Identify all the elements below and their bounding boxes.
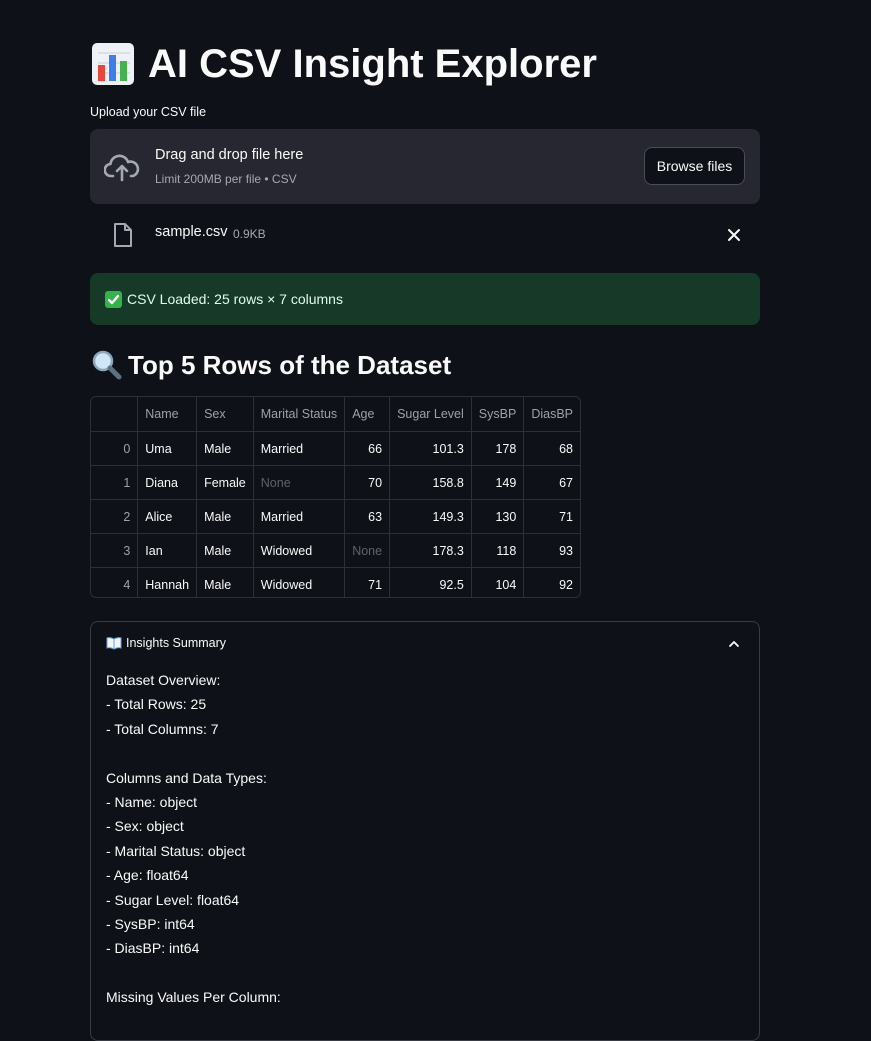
row-index: 3: [91, 533, 139, 568]
table-cell[interactable]: 71: [523, 499, 580, 534]
column-header[interactable]: Marital Status: [253, 397, 346, 432]
column-header[interactable]: Age: [344, 397, 391, 432]
column-header[interactable]: SysBP: [471, 397, 525, 432]
insight-line: Dataset Overview:: [106, 672, 221, 688]
insight-line: Columns and Data Types:: [106, 769, 267, 786]
table-cell[interactable]: 178: [471, 431, 525, 466]
table-cell[interactable]: Alice: [137, 499, 198, 534]
file-dropzone[interactable]: Drag and drop file here Limit 200MB per …: [90, 129, 760, 204]
table-cell[interactable]: 118: [471, 533, 525, 568]
section-title: Top 5 Rows of the Dataset: [128, 349, 452, 380]
table-cell[interactable]: Male: [196, 499, 254, 534]
row-index: 1: [91, 465, 139, 500]
table-row: 0 Uma Male Married 66 101.3 178 68: [91, 431, 580, 466]
insights-body: Dataset Overview: - Total Rows: 25 - Total…: [106, 668, 281, 1010]
chevron-up-icon[interactable]: [728, 638, 740, 650]
table-cell[interactable]: Widowed: [253, 567, 346, 597]
table-cell[interactable]: Female: [196, 465, 254, 500]
insight-line: - DiasBP: int64: [106, 940, 200, 957]
table-cell[interactable]: 178.3: [389, 533, 472, 568]
section-heading: Top 5 Rows of the Dataset: [90, 346, 451, 384]
table-cell[interactable]: 149: [471, 465, 525, 500]
table-cell[interactable]: 71: [344, 567, 391, 597]
page-title: AI CSV Insight Explorer: [90, 36, 597, 92]
insight-line: - Name: object: [106, 794, 198, 811]
insight-line: - Total Rows: 25: [106, 696, 207, 713]
column-header[interactable]: Sugar Level: [389, 397, 472, 432]
column-header[interactable]: Sex: [196, 397, 254, 432]
table-cell[interactable]: 66: [344, 431, 391, 466]
table-cell[interactable]: Married: [253, 499, 346, 534]
insight-line: [106, 961, 281, 985]
row-index: 0: [91, 431, 139, 466]
table-cell[interactable]: None: [344, 533, 391, 568]
table-cell[interactable]: 158.8: [389, 465, 472, 500]
table-row: 4 Hannah Male Widowed 71 92.5 104 92: [91, 567, 580, 598]
uploaded-file: sample.csv 0.9KB: [90, 214, 760, 256]
table-cell[interactable]: 92: [524, 568, 580, 598]
insight-line: - Sex: object: [106, 818, 184, 835]
table-cell[interactable]: Ian: [137, 533, 198, 568]
browse-files-button[interactable]: Browse files: [644, 147, 745, 185]
magnifying-glass-icon: [92, 350, 122, 380]
success-alert: CSV Loaded: 25 rows × 7 columns: [90, 273, 760, 325]
insight-line: - Sugar Level: float64: [106, 891, 240, 908]
close-icon[interactable]: [725, 226, 743, 244]
table-cell[interactable]: 63: [344, 499, 391, 534]
table-cell[interactable]: 149.3: [389, 499, 472, 534]
row-index: 2: [91, 499, 139, 534]
table-cell[interactable]: Male: [196, 567, 254, 597]
dropzone-limit: Limit 200MB per file • CSV: [155, 172, 297, 186]
dropzone-title: Drag and drop file here: [155, 147, 304, 163]
table-row: 3 Ian Male Widowed None 178.3 118 93: [91, 533, 580, 568]
expander-header[interactable]: Insights Summary: [106, 636, 226, 650]
row-index: 4: [91, 567, 139, 597]
file-icon: [114, 223, 132, 247]
insight-line: [106, 741, 281, 765]
expander-title: Insights Summary: [126, 636, 227, 650]
title-text: AI CSV Insight Explorer: [148, 41, 597, 86]
index-header: [91, 397, 139, 432]
insights-expander[interactable]: Insights Summary Dataset Overview: - Tota…: [90, 621, 760, 1041]
table-cell[interactable]: 92.5: [389, 567, 472, 597]
table-cell[interactable]: None: [253, 465, 346, 500]
file-size: 0.9KB: [233, 227, 266, 241]
table-row: 2 Alice Male Married 63 149.3 130 71: [91, 499, 580, 534]
insight-line: - Marital Status: object: [106, 842, 246, 859]
column-header[interactable]: Name: [137, 397, 198, 432]
table-cell[interactable]: 104: [471, 567, 525, 597]
open-book-icon: [106, 637, 122, 650]
table-cell[interactable]: 70: [344, 465, 391, 500]
table-cell[interactable]: 93: [523, 533, 580, 568]
table-cell[interactable]: 130: [471, 499, 525, 534]
table-cell[interactable]: 67: [523, 465, 580, 500]
insight-line: - SysBP: int64: [106, 916, 195, 933]
table-cell[interactable]: Diana: [137, 465, 198, 500]
insight-line: - Total Columns: 7: [106, 720, 219, 737]
table-cell[interactable]: Married: [253, 431, 346, 466]
insight-line: Missing Values Per Column:: [106, 989, 281, 1006]
bar-chart-icon: [92, 43, 134, 85]
file-name: sample.csv: [155, 224, 228, 240]
table-cell[interactable]: Male: [196, 431, 254, 466]
insight-line: - Age: float64: [106, 867, 189, 884]
success-text: CSV Loaded: 25 rows × 7 columns: [127, 291, 343, 307]
table-row: 1 Diana Female None 70 158.8 149 67: [91, 465, 580, 500]
data-table[interactable]: Name Sex Marital Status Age Sugar Level …: [90, 396, 581, 598]
table-cell[interactable]: 68: [523, 431, 580, 466]
table-cell[interactable]: Widowed: [253, 533, 346, 568]
uploader-label: Upload your CSV file: [90, 105, 207, 119]
table-cell[interactable]: Uma: [137, 431, 198, 466]
check-mark-icon: [105, 290, 122, 308]
table-header-row: Name Sex Marital Status Age Sugar Level …: [91, 397, 580, 432]
column-header[interactable]: DiasBP: [523, 397, 580, 432]
table-cell[interactable]: 101.3: [389, 431, 472, 466]
cloud-upload-icon: [104, 154, 140, 182]
table-cell[interactable]: Hannah: [137, 567, 198, 597]
table-cell[interactable]: Male: [196, 533, 254, 568]
